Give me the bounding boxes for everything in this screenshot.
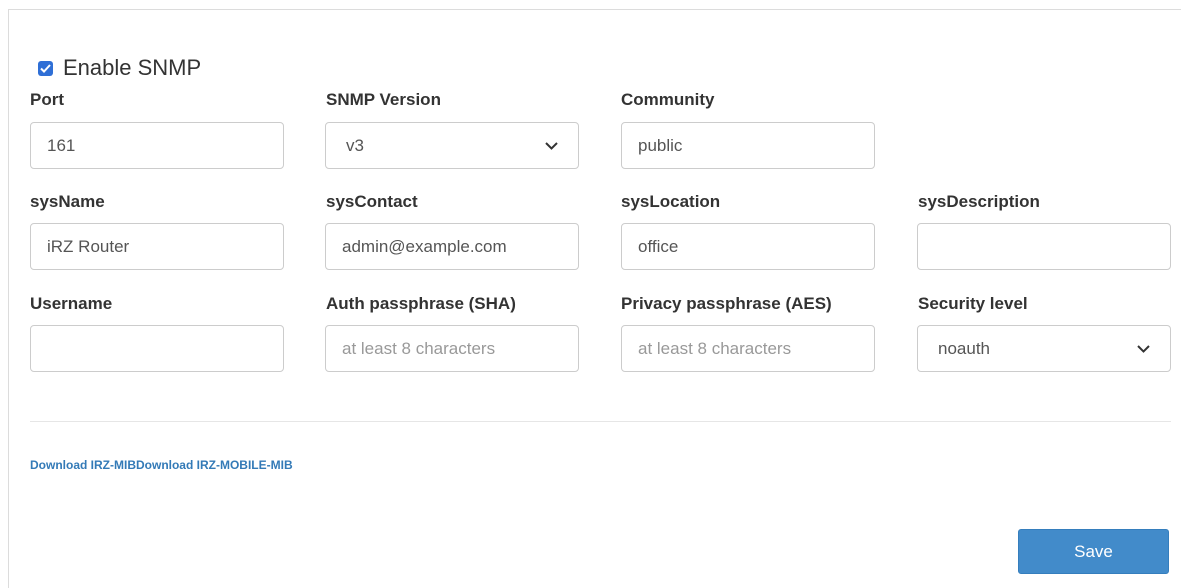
section-divider (30, 421, 1171, 422)
download-irz-mobile-mib-link[interactable]: Download IRZ-MOBILE-MIB (136, 458, 293, 472)
auth-passphrase-input[interactable] (325, 325, 579, 372)
auth-passphrase-label: Auth passphrase (SHA) (326, 294, 516, 313)
syslocation-label: sysLocation (621, 192, 721, 211)
save-button[interactable]: Save (1018, 529, 1169, 574)
snmp-settings-panel: Enable SNMP Port SNMP Version Community … (8, 9, 1181, 588)
sysdescription-input[interactable] (917, 223, 1171, 270)
security-level-select[interactable]: noauth (917, 325, 1171, 372)
download-irz-mib-link[interactable]: Download IRZ-MIB (30, 458, 136, 472)
privacy-passphrase-label: Privacy passphrase (AES) (621, 294, 832, 313)
enable-snmp-row[interactable]: Enable SNMP (38, 54, 201, 82)
enable-snmp-checkbox[interactable] (38, 60, 53, 76)
enable-snmp-label[interactable]: Enable SNMP (63, 55, 201, 81)
syscontact-input[interactable] (325, 223, 579, 270)
checkmark-icon (40, 63, 51, 73)
snmp-version-value: v3 (346, 135, 364, 155)
chevron-down-icon (1137, 344, 1150, 353)
sysdescription-label: sysDescription (918, 192, 1040, 211)
username-label: Username (30, 294, 113, 313)
snmp-version-label: SNMP Version (326, 90, 441, 109)
security-level-value: noauth (938, 338, 990, 358)
security-level-label: Security level (918, 294, 1028, 313)
sysname-input[interactable] (30, 223, 284, 270)
username-input[interactable] (30, 325, 284, 372)
community-input[interactable] (621, 122, 875, 169)
snmp-version-select[interactable]: v3 (325, 122, 579, 169)
community-label: Community (621, 90, 715, 109)
privacy-passphrase-input[interactable] (621, 325, 875, 372)
mib-download-links: Download IRZ-MIBDownload IRZ-MOBILE-MIB (30, 458, 293, 472)
sysname-label: sysName (30, 192, 105, 211)
port-label: Port (30, 90, 64, 109)
chevron-down-icon (545, 141, 558, 150)
port-input[interactable] (30, 122, 284, 169)
syslocation-input[interactable] (621, 223, 875, 270)
syscontact-label: sysContact (326, 192, 418, 211)
